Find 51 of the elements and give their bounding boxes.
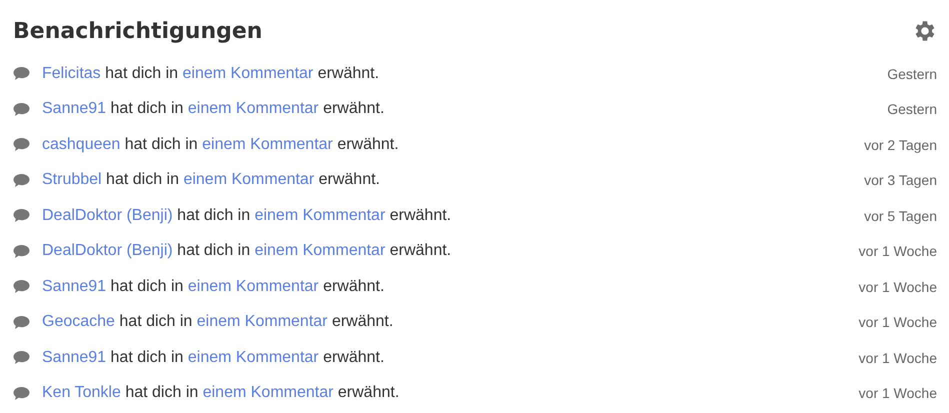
timestamp: vor 1 Woche — [858, 243, 937, 260]
timestamp: vor 2 Tagen — [864, 136, 937, 153]
comment-icon — [13, 66, 30, 82]
notification-text: Geocache hat dich in einem Kommentar erwähnt. — [42, 313, 394, 332]
comment-link[interactable]: einem Kommentar — [183, 171, 314, 188]
notification-text: cashqueen hat dich in einem Kommentar erwähnt. — [42, 136, 400, 154]
comment-link[interactable]: einem Kommentar — [202, 384, 334, 402]
user-link[interactable]: Sanne91 — [42, 348, 106, 366]
comment-icon — [13, 102, 30, 117]
comment-icon — [13, 314, 30, 330]
notification-text: Sanne91 hat dich in einem Kommentar erwähnt. — [42, 348, 386, 367]
timestamp: vor 1 Woche — [858, 350, 937, 366]
comment-icon — [13, 386, 30, 401]
user-link[interactable]: Geocache — [42, 313, 115, 330]
comment-link[interactable]: einem Kommentar — [188, 348, 319, 366]
user-link[interactable]: DealDoktor (Benji) — [42, 242, 173, 260]
user-link[interactable]: Sanne91 — [42, 278, 106, 295]
notification-text: DealDoktor (Benji) hat dich in einem Kommentar erwähnt. — [42, 242, 452, 260]
timestamp: vor 1 Woche — [858, 278, 937, 295]
page-title: Benachrichtigungen — [13, 18, 262, 44]
notification-text: Strubbel hat dich in einem Kommentar erwähnt. — [42, 171, 381, 190]
timestamp: vor 1 Woche — [858, 314, 937, 330]
comment-link[interactable]: einem Kommentar — [188, 278, 319, 295]
user-link[interactable]: Strubbel — [42, 171, 102, 188]
timestamp: Gestern — [887, 101, 937, 118]
comment-link[interactable]: einem Kommentar — [188, 100, 319, 118]
comment-icon — [13, 279, 30, 294]
user-link[interactable]: DealDoktor (Benji) — [42, 206, 173, 224]
notification-text: Felicitas hat dich in einem Kommentar erwähnt. — [42, 64, 380, 83]
comment-icon — [13, 350, 30, 366]
timestamp: Gestern — [887, 66, 937, 82]
timestamp: vor 3 Tagen — [864, 172, 937, 188]
comment-link[interactable]: einem Kommentar — [202, 136, 333, 153]
notification-text: DealDoktor (Benji) hat dich in einem Kommentar erwähnt. — [42, 206, 452, 225]
comment-icon — [13, 244, 30, 259]
comment-link[interactable]: einem Kommentar — [254, 242, 386, 260]
comment-icon — [13, 208, 30, 224]
notification-text: Ken Tonkle hat dich in einem Kommentar erwähnt. — [42, 384, 400, 402]
timestamp: vor 5 Tagen — [864, 208, 937, 224]
user-link[interactable]: Sanne91 — [42, 100, 106, 118]
comment-icon — [13, 172, 30, 188]
comment-link[interactable]: einem Kommentar — [196, 313, 328, 330]
notification-text: Sanne91 hat dich in einem Kommentar erwähnt. — [42, 278, 386, 296]
user-link[interactable]: Ken Tonkle — [42, 384, 121, 402]
comment-link[interactable]: einem Kommentar — [182, 64, 314, 82]
user-link[interactable]: cashqueen — [42, 136, 120, 153]
timestamp: vor 1 Woche — [858, 385, 937, 402]
user-link[interactable]: Felicitas — [42, 64, 101, 82]
notification-text: Sanne91 hat dich in einem Kommentar erwähnt. — [42, 100, 386, 118]
comment-link[interactable]: einem Kommentar — [254, 206, 386, 224]
comment-icon — [13, 137, 30, 152]
